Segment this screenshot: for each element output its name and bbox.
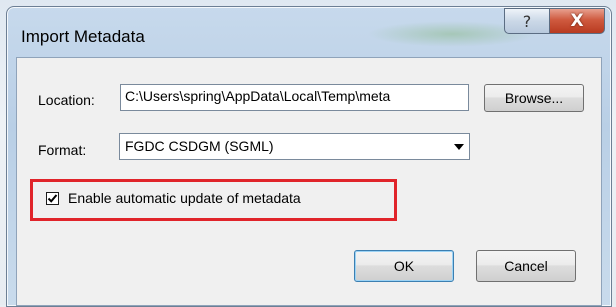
close-button[interactable]: X xyxy=(549,8,605,34)
help-icon: ? xyxy=(522,11,532,31)
help-button[interactable]: ? xyxy=(504,8,550,34)
format-label: Format: xyxy=(38,142,87,158)
dialog-body: Location: C:\Users\spring\AppData\Local\… xyxy=(16,57,602,306)
import-metadata-dialog: Import Metadata ? X Location: C:\Users\s… xyxy=(6,6,612,307)
close-icon: X xyxy=(570,11,584,31)
cancel-button[interactable]: Cancel xyxy=(476,250,576,282)
auto-update-checkbox[interactable] xyxy=(46,192,59,205)
location-label: Location: xyxy=(38,92,95,108)
auto-update-label[interactable]: Enable automatic update of metadata xyxy=(68,190,301,206)
title-bar[interactable]: Import Metadata ? X xyxy=(7,7,611,57)
dialog-title: Import Metadata xyxy=(21,27,145,46)
ok-label: OK xyxy=(393,258,415,274)
chevron-down-icon[interactable] xyxy=(450,135,468,158)
checkmark-icon xyxy=(47,194,58,203)
location-input[interactable]: C:\Users\spring\AppData\Local\Temp\meta xyxy=(120,84,469,111)
format-select[interactable]: FGDC CSDGM (SGML) xyxy=(119,133,470,160)
browse-button[interactable]: Browse... xyxy=(484,84,584,112)
cancel-label: Cancel xyxy=(504,258,548,274)
ok-button[interactable]: OK xyxy=(354,250,454,282)
browse-label: Browse... xyxy=(504,90,564,106)
location-value: C:\Users\spring\AppData\Local\Temp\meta xyxy=(125,88,391,104)
format-selected-value: FGDC CSDGM (SGML) xyxy=(125,138,274,154)
